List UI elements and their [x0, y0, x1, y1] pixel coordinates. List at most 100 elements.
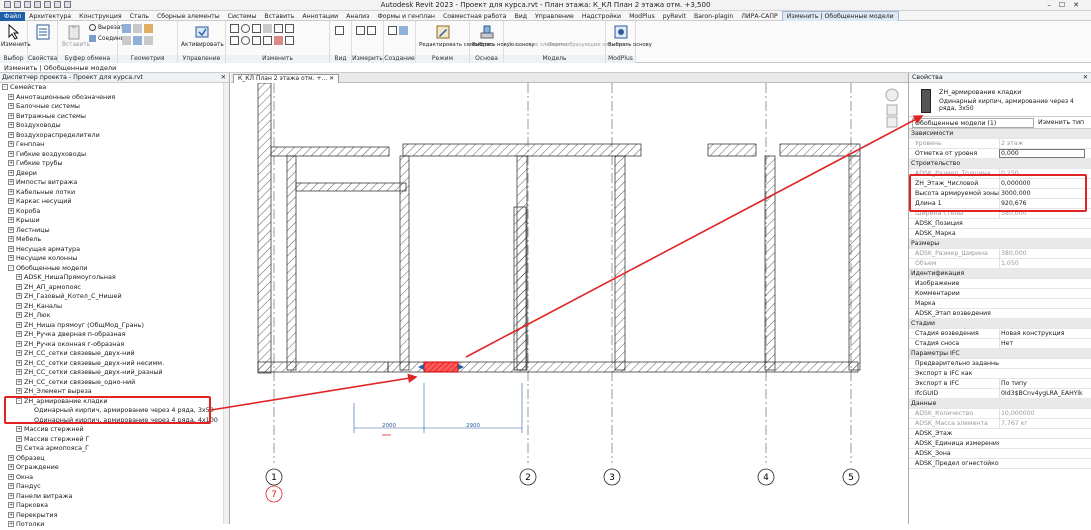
expand-icon[interactable]: +: [16, 378, 22, 385]
property-row[interactable]: ADSK_Марка: [909, 229, 1091, 239]
expand-icon[interactable]: +: [8, 179, 14, 185]
tree-item[interactable]: + ADSK_НишаПрямоугольная: [0, 273, 229, 283]
tree-item[interactable]: + ZH_Ниша прямоуг (ОбщМод_Грань): [0, 321, 229, 331]
expand-icon[interactable]: +: [16, 350, 22, 356]
selected-reinforcement[interactable]: [423, 361, 459, 373]
modplus-pick-icon[interactable]: [613, 24, 629, 40]
tree-item[interactable]: + ZH_Газовый_Котел_С_Нишей: [0, 292, 229, 302]
expand-icon[interactable]: +: [8, 141, 14, 147]
tree-item[interactable]: + Импосты витража: [0, 178, 229, 188]
tree-item[interactable]: + Коробa: [0, 207, 229, 217]
properties-icon[interactable]: [35, 24, 51, 40]
expand-icon[interactable]: +: [8, 188, 14, 195]
tree-item[interactable]: + ZH_АП_армопояс: [0, 283, 229, 293]
tree-item[interactable]: + Витражные системы: [0, 112, 229, 122]
property-value[interactable]: 0Id3$BCnv4ygLRA_EAHYik: [999, 389, 1085, 399]
close-icon[interactable]: ✕: [221, 73, 226, 83]
property-row[interactable]: Отметка от уровня 0,000: [909, 149, 1091, 159]
property-row[interactable]: ADSK_Единица измерения: [909, 439, 1091, 449]
expand-icon[interactable]: +: [8, 131, 14, 138]
expand-icon[interactable]: +: [16, 340, 22, 347]
expand-icon[interactable]: +: [16, 435, 22, 442]
property-row[interactable]: ADSK_Зона: [909, 449, 1091, 459]
property-row[interactable]: IfcGUID 0Id3$BCnv4ygLRA_EAHYik: [909, 389, 1091, 399]
type-selector[interactable]: ZH_армирование кладки Одинарный кирпич, …: [909, 83, 1091, 117]
modify-tools-row2[interactable]: [230, 36, 296, 45]
property-row[interactable]: Экспорт в IFC как: [909, 369, 1091, 379]
view-tab-floor-plan[interactable]: К_КЛ План 2 этажа отм. +... ✕: [233, 74, 340, 83]
property-category[interactable]: Размеры: [909, 239, 1091, 249]
property-category[interactable]: Идентификация: [909, 269, 1091, 279]
expand-icon[interactable]: +: [8, 502, 14, 508]
tree-item[interactable]: + ZH_Люк: [0, 311, 229, 321]
expand-icon[interactable]: +: [8, 483, 14, 489]
tree-item[interactable]: + Панели витража: [0, 492, 229, 502]
expand-icon[interactable]: +: [16, 283, 22, 290]
tree-item[interactable]: + Окна: [0, 473, 229, 483]
property-row[interactable]: ADSK_Этаж: [909, 429, 1091, 439]
view-tools[interactable]: [335, 26, 346, 35]
expand-icon[interactable]: +: [8, 103, 14, 109]
expand-icon[interactable]: +: [8, 492, 14, 499]
tree-item[interactable]: + Каркас несущий: [0, 197, 229, 207]
pick-host-icon[interactable]: [479, 24, 495, 40]
modify-button[interactable]: Изменить: [1, 42, 31, 48]
expand-icon[interactable]: +: [8, 473, 14, 480]
expand-icon[interactable]: +: [8, 255, 14, 261]
tree-item[interactable]: + Аннотационные обозначения: [0, 93, 229, 103]
tree-item[interactable]: + Массив стержней Г: [0, 435, 229, 445]
property-value[interactable]: По типу: [999, 379, 1085, 389]
tree-item[interactable]: + Гибкие воздуховоды: [0, 150, 229, 160]
tree-item[interactable]: + Мебель: [0, 235, 229, 245]
create-tools[interactable]: [388, 26, 410, 35]
modify-tools-row1[interactable]: [230, 24, 296, 33]
tree-root[interactable]: - Семейства: [0, 83, 229, 93]
browser-scrollbar[interactable]: [223, 83, 229, 524]
tree-item[interactable]: + Перекрытия: [0, 511, 229, 521]
expand-icon[interactable]: +: [16, 426, 22, 432]
property-row[interactable]: Стадия возведения Новая конструкция: [909, 329, 1091, 339]
expand-icon[interactable]: +: [16, 331, 22, 337]
property-row[interactable]: Стадия сноса Нет: [909, 339, 1091, 349]
measure-tools[interactable]: [356, 26, 378, 35]
expand-icon[interactable]: +: [8, 122, 14, 128]
tree-item[interactable]: + Ограждение: [0, 463, 229, 473]
tree-item[interactable]: + ZH_СС_сетки связевые_двух-ний_разный: [0, 368, 229, 378]
ribbon-tab-18[interactable]: Изменить | Обобщенные модели: [781, 11, 899, 21]
tree-item[interactable]: + Образец: [0, 454, 229, 464]
expand-icon[interactable]: +: [8, 169, 14, 176]
expand-icon[interactable]: +: [8, 245, 14, 252]
expand-icon[interactable]: +: [8, 112, 14, 119]
tree-item[interactable]: + Балочные системы: [0, 102, 229, 112]
expand-icon[interactable]: +: [8, 150, 14, 157]
paste-button[interactable]: Вставить: [62, 42, 90, 48]
expand-icon[interactable]: +: [16, 445, 22, 451]
paste-icon[interactable]: [66, 24, 82, 40]
activate-button[interactable]: Активировать: [181, 42, 224, 48]
expand-icon[interactable]: +: [8, 217, 14, 223]
expand-icon[interactable]: +: [8, 454, 14, 461]
expand-icon[interactable]: +: [8, 236, 14, 242]
expand-icon[interactable]: +: [16, 359, 22, 366]
expand-icon[interactable]: +: [8, 207, 14, 214]
property-row[interactable]: ADSK_Этап возведения: [909, 309, 1091, 319]
property-value[interactable]: 0,000: [999, 149, 1085, 158]
expand-icon[interactable]: +: [16, 293, 22, 299]
tree-item[interactable]: + ZH_СС_сетки связевые_одно-ний: [0, 378, 229, 388]
property-row[interactable]: Изображение: [909, 279, 1091, 289]
tree-item[interactable]: + Генплан: [0, 140, 229, 150]
tree-item[interactable]: + ZH_Ручка дверная п-образная: [0, 330, 229, 340]
expand-icon[interactable]: +: [8, 160, 14, 166]
tree-item[interactable]: + Воздухораспределители: [0, 131, 229, 141]
expand-icon[interactable]: +: [8, 93, 14, 100]
expand-icon[interactable]: +: [16, 321, 22, 328]
property-row[interactable]: ADSK_Предел огнестойкос...: [909, 459, 1091, 469]
expand-icon[interactable]: +: [8, 226, 14, 233]
instance-filter-dropdown[interactable]: Обобщенные модели (1): [912, 118, 1034, 128]
tree-item[interactable]: - Обобщенные модели: [0, 264, 229, 274]
tree-item[interactable]: + Сетка армопояса_Г: [0, 444, 229, 454]
edit-family-icon[interactable]: [435, 24, 451, 40]
expand-icon[interactable]: +: [8, 511, 14, 518]
property-category[interactable]: Зависимости: [909, 129, 1091, 139]
geometry-tools-row2[interactable]: [122, 36, 155, 45]
